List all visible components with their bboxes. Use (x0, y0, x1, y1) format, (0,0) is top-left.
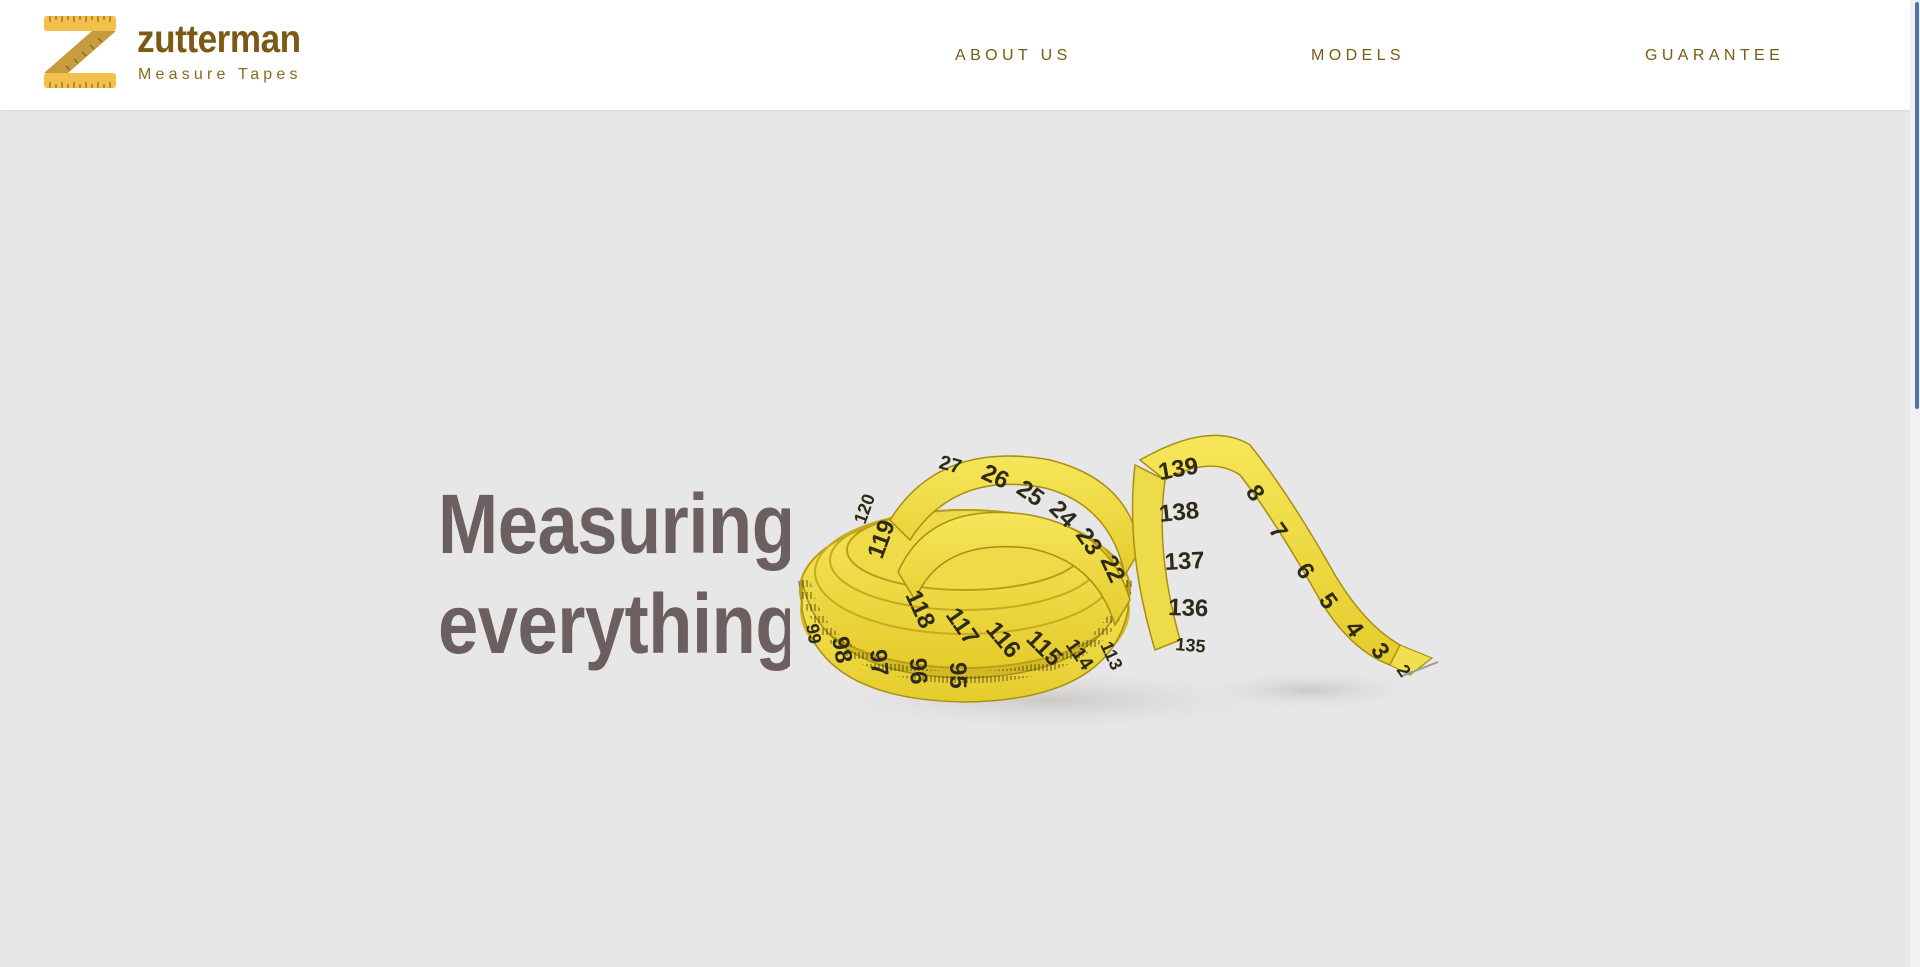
brand-tagline: Measure Tapes (138, 66, 302, 83)
svg-text:135: 135 (1175, 634, 1207, 657)
nav-about-us[interactable]: ABOUT US (955, 45, 1072, 67)
measuring-tape-image: 139 138 137 136 135 8 7 6 5 4 3 2 27 26 … (790, 400, 1465, 735)
hero-title: Measuring everything (438, 474, 799, 674)
svg-text:137: 137 (1164, 547, 1205, 576)
svg-text:95: 95 (944, 662, 971, 689)
svg-text:97: 97 (864, 648, 893, 677)
hero-title-line2: everything (438, 577, 800, 671)
svg-text:98: 98 (826, 634, 857, 665)
hero-title-line1: Measuring (438, 477, 796, 571)
site-header: zutterman Measure Tapes ABOUT US MODELS … (0, 0, 1910, 110)
svg-text:96: 96 (904, 657, 932, 685)
scrollbar[interactable] (1910, 0, 1920, 967)
scrollbar-thumb[interactable] (1915, 2, 1919, 409)
nav-models[interactable]: MODELS (1311, 45, 1405, 67)
svg-text:136: 136 (1168, 594, 1209, 622)
main-nav: ABOUT US MODELS GUARANTEE (0, 45, 1910, 67)
svg-text:138: 138 (1158, 497, 1201, 528)
nav-guarantee[interactable]: GUARANTEE (1645, 45, 1784, 67)
svg-text:99: 99 (802, 622, 825, 645)
